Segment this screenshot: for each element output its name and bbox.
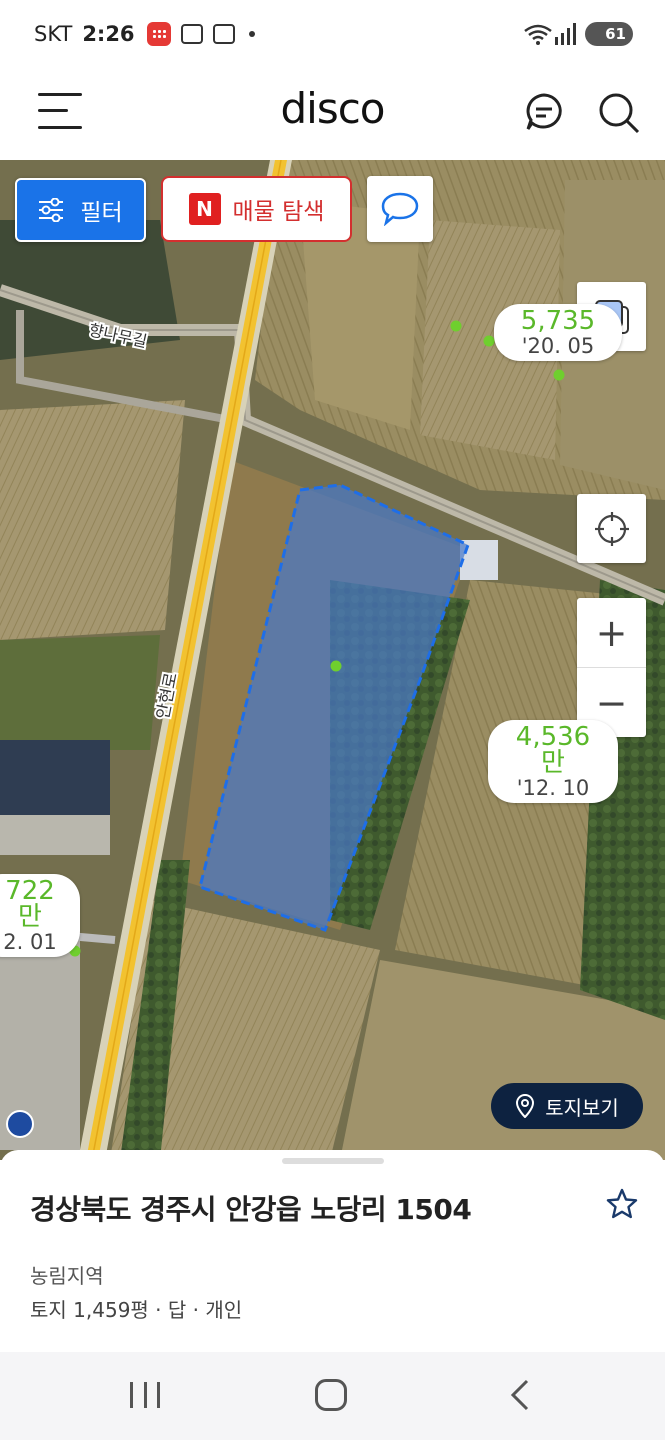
listing-n-badge: N <box>188 193 221 225</box>
filter-sliders-icon <box>39 198 64 222</box>
battery-level: 61 <box>605 25 626 43</box>
filter-button[interactable]: 필터 <box>15 178 146 242</box>
price-tag[interactable]: 4,536만 '12. 10 <box>488 720 618 803</box>
map-dot <box>450 320 462 332</box>
price-tag[interactable]: 5,735 '20. 05 <box>494 304 622 361</box>
search-icon[interactable] <box>598 92 640 134</box>
parcel-center-dot <box>330 660 342 672</box>
zoom-controls: + − <box>577 598 646 737</box>
notification-app-icon <box>146 22 171 46</box>
chat-bubble-icon[interactable] <box>524 92 564 132</box>
map-dot <box>483 335 495 347</box>
price-value: 722만 <box>5 876 55 932</box>
status-right: 61 <box>523 22 633 46</box>
parcel-address: 경상북도 경주시 안강읍 노당리 1504 <box>30 1193 472 1226</box>
more-notifications-icon <box>248 31 255 37</box>
parcel-info-sheet[interactable]: 경상북도 경주시 안강읍 노당리 1504 농림지역 토지 1,459평 · 답… <box>0 1150 665 1352</box>
speech-bubble-icon <box>381 192 419 226</box>
price-value: 5,735 <box>520 306 596 336</box>
map-dot <box>553 369 565 381</box>
app-bar: disco <box>0 68 665 160</box>
wifi-icon <box>524 24 552 45</box>
clock: 2:26 <box>82 22 135 46</box>
price-value: 4,536만 <box>515 722 591 778</box>
comment-button[interactable] <box>367 176 433 242</box>
zoning-label: 농림지역 <box>30 1264 104 1288</box>
carrier-label: SKT <box>34 22 73 46</box>
sheet-drag-handle[interactable] <box>282 1158 384 1164</box>
land-summary: 토지 1,459평 · 답 · 개인 <box>30 1298 243 1322</box>
price-tag[interactable]: 722만 2. 01 <box>0 874 80 957</box>
app-screen: SKT 2:26 61 disco 향나무길 안현로 필터 N 매물 탐색 + … <box>0 0 665 1440</box>
back-icon[interactable] <box>505 1379 537 1411</box>
zoom-in-button[interactable]: + <box>577 598 646 667</box>
signal-icon <box>555 23 576 45</box>
my-location-button[interactable] <box>577 494 646 563</box>
app-logo: disco <box>280 84 386 133</box>
listing-explore-label: 매물 탐색 <box>232 199 325 225</box>
status-bar: SKT 2:26 61 <box>0 0 665 68</box>
price-date: '12. 10 <box>516 776 590 800</box>
listing-explore-button[interactable]: N 매물 탐색 <box>161 176 352 242</box>
home-icon[interactable] <box>315 1379 347 1411</box>
calendar-icon <box>212 24 235 44</box>
map-view[interactable]: 향나무길 안현로 필터 N 매물 탐색 + − 5,735 '20. 05 4,… <box>0 160 665 1160</box>
star-icon[interactable] <box>606 1188 638 1220</box>
price-date: 2. 01 <box>3 930 57 954</box>
battery-indicator: 61 <box>585 22 633 46</box>
system-nav-bar <box>0 1352 665 1440</box>
filter-label: 필터 <box>80 200 123 226</box>
recent-apps-icon[interactable] <box>130 1382 160 1408</box>
crosshair-icon <box>594 511 629 546</box>
location-pin-icon <box>516 1094 535 1118</box>
land-view-button[interactable]: 토지보기 <box>491 1083 643 1129</box>
gas-station-icon[interactable] <box>6 1110 34 1138</box>
price-date: '20. 05 <box>521 334 595 358</box>
land-view-label: 토지보기 <box>545 1095 619 1120</box>
screenshot-icon <box>180 24 203 44</box>
